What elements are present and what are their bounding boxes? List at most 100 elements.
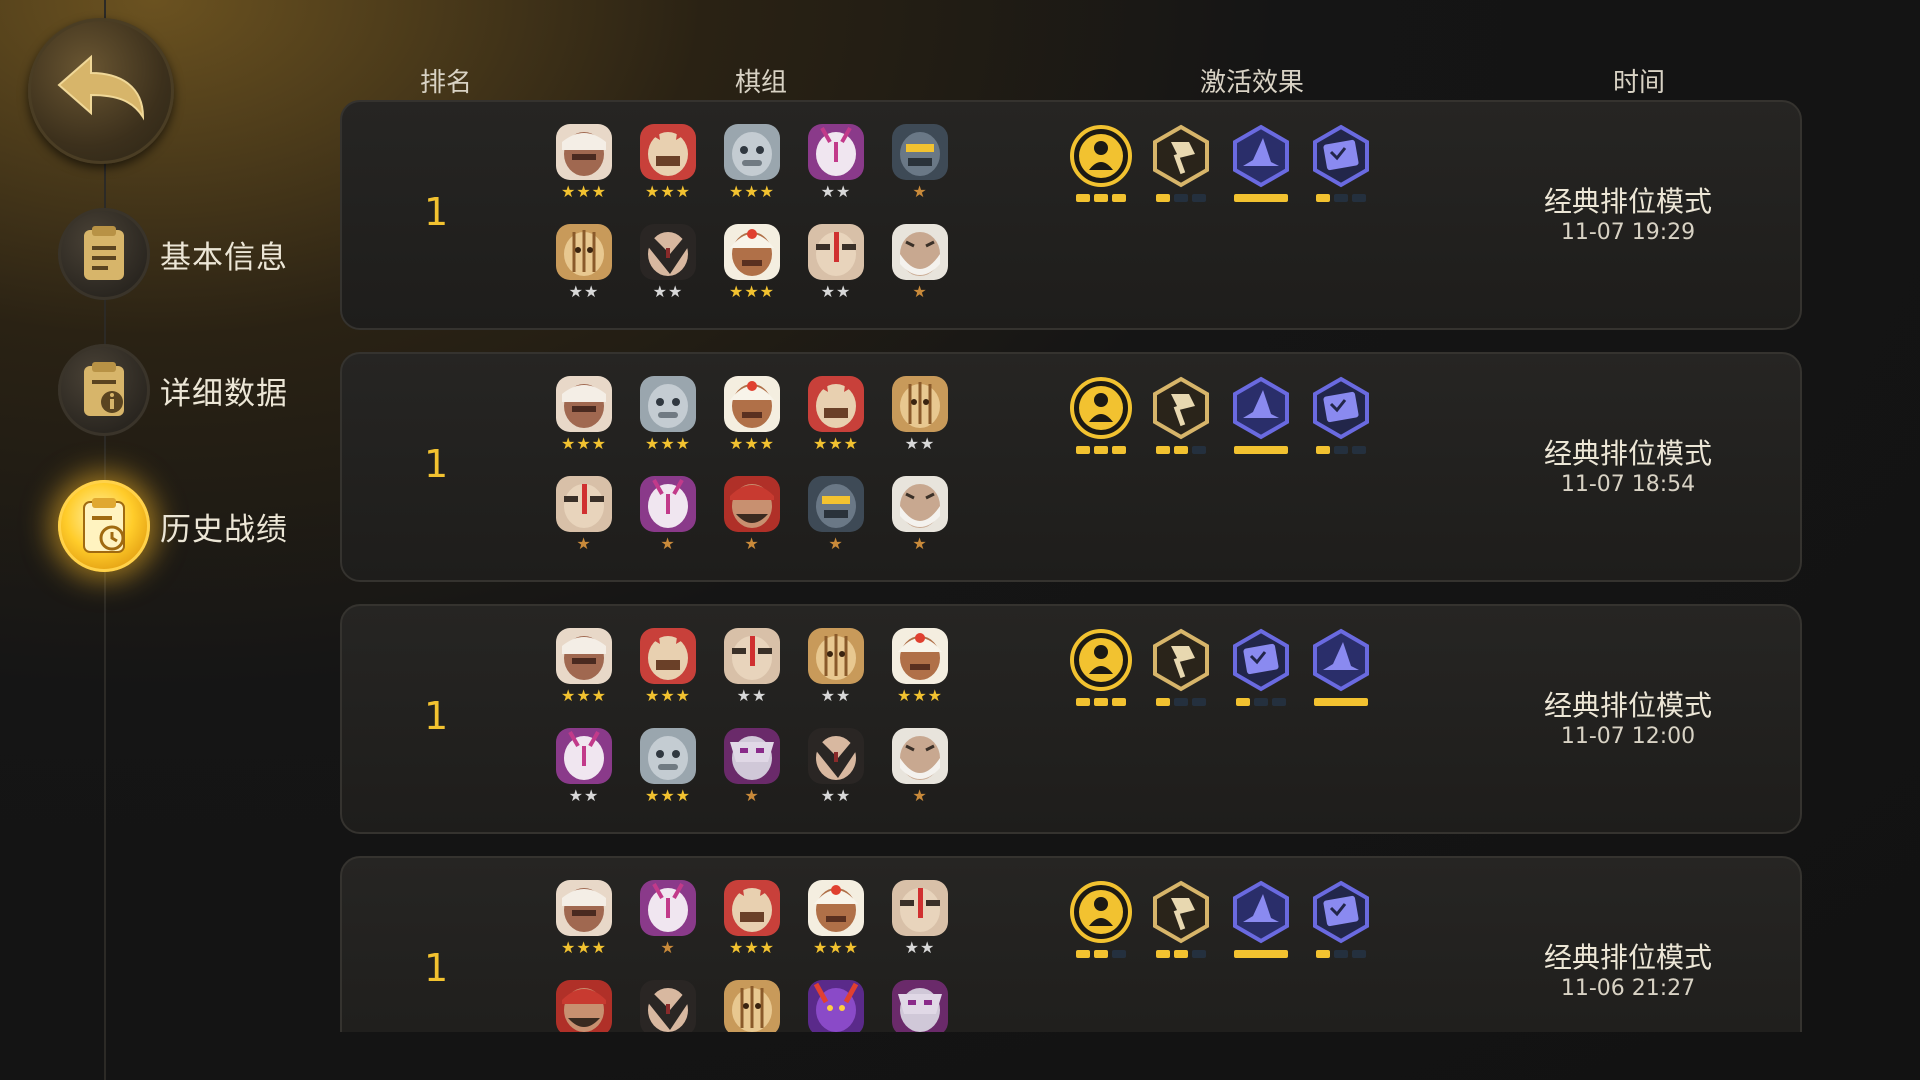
match-row[interactable]: 1 ★★★ ★★★ ★★★ ★★ ★ ★★ ★★ ★★★ ★★ ★ 经典排位模式 11-07 19:29 bbox=[340, 100, 1802, 330]
chess-piece-white-hair-warrior[interactable]: ★★★ bbox=[554, 124, 614, 202]
synergy-badge[interactable] bbox=[1228, 376, 1294, 454]
chess-piece-red-hood-mask[interactable]: ★★★ bbox=[638, 628, 698, 706]
eyepatch-bandit-icon bbox=[892, 880, 948, 936]
synergy-badge[interactable] bbox=[1068, 124, 1134, 202]
synergy-level-pip bbox=[1112, 194, 1126, 202]
synergy-badge[interactable] bbox=[1068, 376, 1134, 454]
white-hair-warrior-icon bbox=[556, 880, 612, 936]
synergy-level-pip bbox=[1094, 194, 1108, 202]
synergy-level-pip bbox=[1076, 446, 1090, 454]
robot-head-icon bbox=[808, 476, 864, 532]
white-mask-demon-icon bbox=[808, 124, 864, 180]
star-rating: ★★★ bbox=[812, 938, 860, 957]
chess-piece-dark-hair-swordsman[interactable]: ★★ bbox=[806, 728, 866, 806]
chess-piece-tree-spirit[interactable]: ★★ bbox=[890, 376, 950, 454]
synergy-level-pip bbox=[1076, 698, 1090, 706]
synergy-level-pip bbox=[1094, 446, 1108, 454]
grey-beast-icon bbox=[640, 376, 696, 432]
chess-piece-white-hair-warrior[interactable]: ★★★ bbox=[554, 628, 614, 706]
sidebar-item-0[interactable]: 基本信息 bbox=[58, 206, 318, 302]
synergy-badge[interactable] bbox=[1228, 124, 1294, 202]
white-hair-warrior-icon bbox=[556, 124, 612, 180]
chess-piece-old-wizard[interactable]: ★ bbox=[890, 728, 950, 806]
turban-merchant-icon bbox=[808, 880, 864, 936]
synergy-badge[interactable] bbox=[1148, 880, 1214, 958]
chess-piece-turban-merchant[interactable]: ★★★ bbox=[722, 224, 782, 302]
gold-emblem-icon bbox=[1069, 628, 1133, 692]
chess-piece-red-hood-mask[interactable]: ★★★ bbox=[722, 880, 782, 958]
synergy-badge[interactable] bbox=[1148, 124, 1214, 202]
chess-piece-tree-spirit[interactable]: ★★ bbox=[554, 224, 614, 302]
chess-piece-turban-merchant[interactable]: ★★★ bbox=[806, 880, 866, 958]
chess-piece-dark-hair-swordsman[interactable] bbox=[638, 980, 698, 1032]
turban-merchant-icon bbox=[724, 376, 780, 432]
synergy-badge[interactable] bbox=[1068, 628, 1134, 706]
chess-piece-white-mask-demon[interactable]: ★ bbox=[638, 880, 698, 958]
tree-spirit-icon bbox=[892, 376, 948, 432]
chess-piece-robot-head[interactable]: ★ bbox=[806, 476, 866, 554]
chess-piece-turban-merchant[interactable]: ★★★ bbox=[722, 376, 782, 454]
synergy-badge[interactable] bbox=[1308, 124, 1374, 202]
chess-piece-horned-purple-demon[interactable] bbox=[806, 980, 866, 1032]
chess-piece-red-hood-mask[interactable]: ★★★ bbox=[638, 124, 698, 202]
chess-piece-turban-merchant[interactable]: ★★★ bbox=[890, 628, 950, 706]
synergy-badge[interactable] bbox=[1308, 880, 1374, 958]
red-hood-mask-icon bbox=[640, 628, 696, 684]
synergy-badge[interactable] bbox=[1148, 376, 1214, 454]
chess-piece-tree-spirit[interactable]: ★★ bbox=[806, 628, 866, 706]
axe-badge-icon bbox=[1149, 628, 1213, 692]
chess-piece-white-mask-demon[interactable]: ★★ bbox=[554, 728, 614, 806]
star-rating: ★★★ bbox=[560, 938, 608, 957]
match-history-list[interactable]: 1 ★★★ ★★★ ★★★ ★★ ★ ★★ ★★ ★★★ ★★ ★ 经典排位模式 11-07 19:29… bbox=[340, 100, 1805, 1032]
chess-piece-eyepatch-bandit[interactable]: ★★ bbox=[890, 880, 950, 958]
match-row[interactable]: 1 ★★★ ★★★ ★★★ ★★★ ★★ ★ ★ ★ ★ ★ 经典排位模式 11-07 18:54 bbox=[340, 352, 1802, 582]
star-rating: ★★★ bbox=[728, 938, 776, 957]
chess-piece-white-hair-warrior[interactable]: ★★★ bbox=[554, 880, 614, 958]
grey-beast-icon bbox=[724, 124, 780, 180]
star-rating: ★★ bbox=[820, 182, 852, 201]
synergy-level-pip bbox=[1112, 950, 1126, 958]
chess-piece-red-bandana-pirate[interactable]: ★ bbox=[722, 476, 782, 554]
match-row[interactable]: 1 ★★★ ★ ★★★ ★★★ ★★ 经典排位模式 11-06 21:27 bbox=[340, 856, 1802, 1032]
chess-piece-old-wizard[interactable]: ★ bbox=[890, 476, 950, 554]
match-time: 11-07 19:29 bbox=[1560, 220, 1696, 245]
star-rating: ★★★ bbox=[728, 282, 776, 301]
match-row[interactable]: 1 ★★★ ★★★ ★★ ★★ ★★★ ★★ ★★★ ★ ★★ ★ 经典排位模式 11-07 12:00 bbox=[340, 604, 1802, 834]
chess-piece-old-wizard[interactable]: ★ bbox=[890, 224, 950, 302]
synergy-level-pip bbox=[1352, 194, 1366, 202]
tree-spirit-icon bbox=[724, 980, 780, 1032]
synergy-badge[interactable] bbox=[1148, 628, 1214, 706]
synergy-badge[interactable] bbox=[1068, 880, 1134, 958]
chess-piece-white-hair-warrior[interactable]: ★★★ bbox=[554, 376, 614, 454]
synergy-level-pip bbox=[1174, 950, 1188, 958]
chess-piece-purple-mask-assassin[interactable]: ★ bbox=[722, 728, 782, 806]
synergy-badge[interactable] bbox=[1308, 628, 1374, 706]
chess-piece-robot-head[interactable]: ★ bbox=[890, 124, 950, 202]
chess-piece-white-mask-demon[interactable]: ★★ bbox=[806, 124, 866, 202]
chess-piece-red-bandana-pirate[interactable] bbox=[554, 980, 614, 1032]
chess-piece-eyepatch-bandit[interactable]: ★★ bbox=[722, 628, 782, 706]
synergy-level-pip bbox=[1316, 194, 1330, 202]
chess-piece-purple-mask-assassin[interactable] bbox=[890, 980, 950, 1032]
chess-piece-grey-beast[interactable]: ★★★ bbox=[722, 124, 782, 202]
star-rating: ★★★ bbox=[560, 686, 608, 705]
chess-piece-tree-spirit[interactable] bbox=[722, 980, 782, 1032]
sidebar-item-2[interactable]: 历史战绩 bbox=[58, 478, 318, 574]
synergy-badge[interactable] bbox=[1308, 376, 1374, 454]
synergy-level-pip bbox=[1112, 698, 1126, 706]
chess-piece-grey-beast[interactable]: ★★★ bbox=[638, 376, 698, 454]
chess-piece-eyepatch-bandit[interactable]: ★★ bbox=[806, 224, 866, 302]
chess-piece-dark-hair-swordsman[interactable]: ★★ bbox=[638, 224, 698, 302]
star-rating: ★★★ bbox=[644, 786, 692, 805]
synergy-level-pip bbox=[1192, 698, 1206, 706]
sidebar-item-label: 基本信息 bbox=[160, 239, 288, 276]
chess-piece-red-hood-mask[interactable]: ★★★ bbox=[806, 376, 866, 454]
synergy-badge[interactable] bbox=[1228, 628, 1294, 706]
synergy-badge[interactable] bbox=[1228, 880, 1294, 958]
back-button[interactable] bbox=[28, 18, 174, 164]
chess-piece-grey-beast[interactable]: ★★★ bbox=[638, 728, 698, 806]
chess-piece-eyepatch-bandit[interactable]: ★ bbox=[554, 476, 614, 554]
chess-piece-white-mask-demon[interactable]: ★ bbox=[638, 476, 698, 554]
sidebar-item-1[interactable]: 详细数据 bbox=[58, 342, 318, 438]
turban-merchant-icon bbox=[724, 224, 780, 280]
